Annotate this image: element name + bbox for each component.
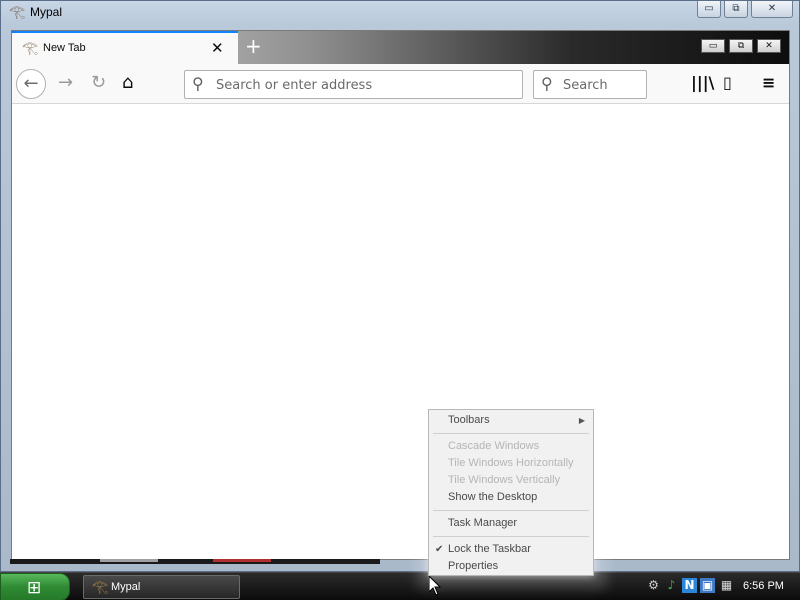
page-content[interactable] xyxy=(12,105,789,559)
url-input[interactable] xyxy=(216,75,516,95)
maximize-button[interactable]: ⧉ xyxy=(724,1,748,18)
tab-bar: 𓂀 New Tab ✕ + ▭ ⧉ ✕ xyxy=(12,31,789,64)
tab-title: New Tab xyxy=(43,42,86,54)
system-tray: ⚙ ♪ N ▣ ▦ 6:56 PM xyxy=(642,573,800,600)
browser-minimize-button[interactable]: ▭ xyxy=(701,39,725,53)
menu-separator xyxy=(433,510,589,511)
strip-segment xyxy=(100,559,158,562)
check-icon: ✔ xyxy=(435,544,444,555)
menu-item-toolbars[interactable]: Toolbars ▶ xyxy=(429,412,593,429)
taskbar-context-menu: Toolbars ▶ Cascade Windows Tile Windows … xyxy=(428,409,594,576)
new-tab-button[interactable]: + xyxy=(245,35,262,57)
menu-item-cascade-windows: Cascade Windows xyxy=(448,440,540,452)
menu-separator xyxy=(433,536,589,537)
menu-item-tile-vertically: Tile Windows Vertically xyxy=(448,474,561,486)
library-icon[interactable]: |||\ xyxy=(691,73,714,93)
windows-logo-icon: ⊞ xyxy=(27,578,42,598)
tab-new-tab[interactable]: 𓂀 New Tab ✕ xyxy=(12,31,238,64)
forward-button[interactable]: → xyxy=(58,73,73,93)
search-icon: ⚲ xyxy=(541,74,553,93)
volume-icon[interactable]: ♪ xyxy=(664,578,679,593)
app-n-icon[interactable]: N xyxy=(682,578,697,593)
tray-clock[interactable]: 6:56 PM xyxy=(743,580,784,592)
network-icon[interactable]: ⚙ xyxy=(646,578,661,593)
navigation-toolbar: ← → ↻ ⌂ ⚲ ⚲ |||\ ▯ ≡ xyxy=(12,64,789,104)
start-button[interactable]: ⊞ xyxy=(0,573,70,600)
search-bar[interactable]: ⚲ xyxy=(533,70,647,99)
browser-close-button[interactable]: ✕ xyxy=(757,39,781,53)
mypal-app-icon: 𓂀 xyxy=(92,580,109,595)
sidebar-icon[interactable]: ▯ xyxy=(723,73,732,93)
browser-frame: 𓂀 New Tab ✕ + ▭ ⧉ ✕ ← → ↻ ⌂ ⚲ ⚲ xyxy=(11,30,790,560)
tab-favicon-icon: 𓂀 xyxy=(22,41,39,56)
window-titlebar[interactable]: 𓂀 Mypal ▭ ⧉ ✕ xyxy=(1,1,799,25)
url-bar[interactable]: ⚲ xyxy=(184,70,523,99)
menu-item-show-desktop[interactable]: Show the Desktop xyxy=(429,489,593,506)
reload-button[interactable]: ↻ xyxy=(91,73,106,93)
menu-item-label: Lock the Taskbar xyxy=(448,543,531,555)
taskbar-item-label: Mypal xyxy=(111,581,141,593)
submenu-arrow-icon: ▶ xyxy=(578,416,585,425)
calendar-icon[interactable]: ▦ xyxy=(719,578,734,593)
menu-item-lock-taskbar[interactable]: ✔ Lock the Taskbar xyxy=(429,541,593,558)
mouse-cursor-icon xyxy=(429,576,441,596)
taskbar-item-mypal[interactable]: 𓂀 Mypal xyxy=(83,575,240,599)
tab-close-icon[interactable]: ✕ xyxy=(211,39,224,57)
mypal-app-icon: 𓂀 xyxy=(9,5,26,20)
background-window-strip xyxy=(10,559,380,564)
monitor-icon[interactable]: ▣ xyxy=(700,578,715,593)
browser-restore-button[interactable]: ⧉ xyxy=(729,39,753,53)
menu-item-task-manager[interactable]: Task Manager xyxy=(429,515,593,532)
mypal-window: 𓂀 Mypal ▭ ⧉ ✕ 𓂀 New Tab ✕ + ▭ ⧉ ✕ ← → ↻ xyxy=(0,0,800,572)
window-title: Mypal xyxy=(30,5,63,19)
menu-item-properties[interactable]: Properties xyxy=(429,558,593,575)
home-button[interactable]: ⌂ xyxy=(122,73,133,93)
search-icon: ⚲ xyxy=(192,74,204,93)
close-button[interactable]: ✕ xyxy=(751,1,793,18)
minimize-button[interactable]: ▭ xyxy=(697,1,721,18)
taskbar: ⊞ 𓂀 Mypal ⚙ ♪ N ▣ ▦ 6:56 PM xyxy=(0,572,800,600)
back-button[interactable]: ← xyxy=(16,69,46,99)
browser-window-buttons: ▭ ⧉ ✕ xyxy=(701,39,781,53)
menu-icon[interactable]: ≡ xyxy=(762,73,775,93)
menu-separator xyxy=(433,433,589,434)
strip-segment xyxy=(213,559,271,562)
search-input[interactable] xyxy=(563,75,643,95)
caption-buttons: ▭ ⧉ ✕ xyxy=(697,1,793,18)
menu-item-tile-horizontally: Tile Windows Horizontally xyxy=(448,457,574,469)
menu-item-label: Toolbars xyxy=(448,414,490,426)
